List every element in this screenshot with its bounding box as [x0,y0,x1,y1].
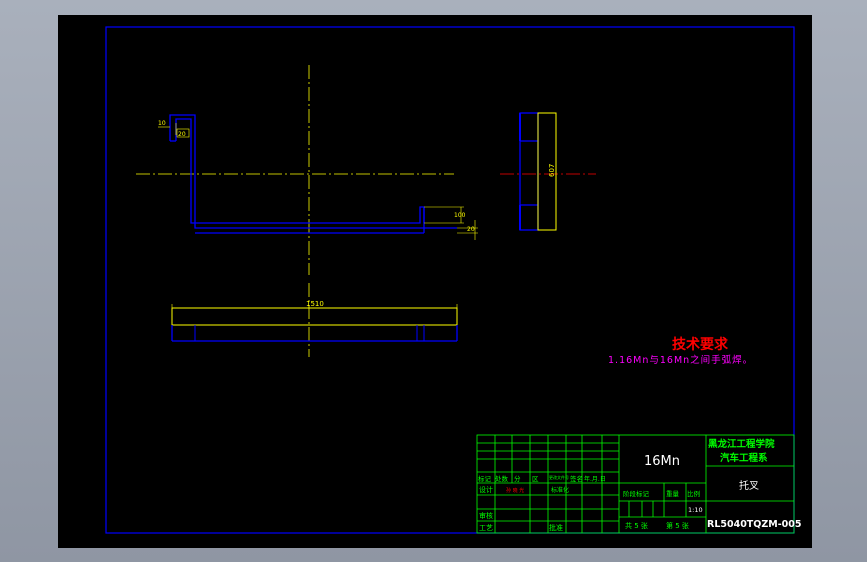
dim-text-side-height: 607 [548,164,556,177]
header-label-date: 年.月.日 [584,475,606,483]
drawing-number: RL5040TQZM-005 [707,519,801,530]
weight-label: 重量 [666,490,680,498]
stage-mark-label: 阶段标记 [623,489,650,498]
side-outline-left [519,112,539,231]
drawing-border [105,26,795,534]
sheet-total: 共 5 张 [625,521,648,530]
header-label-part: 分 [514,474,521,483]
role-design: 设计 [479,485,493,494]
ratio-label: 比例 [687,489,700,498]
department-name: 汽车工程系 [720,452,768,464]
part-name: 托叉 [739,479,759,492]
header-label-zone: 区 [532,475,539,483]
dim-text-top-left-inner: 20 [178,131,186,138]
role-review: 审核 [479,511,493,520]
dim-text-right-small: 20 [467,226,475,233]
header-label-count: 处数 [495,474,509,483]
side-view: 607 [500,112,596,231]
fork-outline-inner [175,118,425,224]
dim-text-right-step: 100 [454,212,466,219]
scale-value: 1:10 [688,506,703,514]
sheet-index: 第 5 张 [666,521,689,530]
notes-item-1: 1.16Mn与16Mn之间手弧焊。 [608,354,753,366]
role-process: 工艺 [479,524,493,532]
notes-title: 技术要求 [672,336,729,353]
drawing-sheet: 10 20 100 20 607 1510 技术要求 1.16Mn与16Mn之间… [58,15,812,548]
top-view-plate-upper [171,307,458,326]
designer-name: 孙 晓 光 [506,487,524,494]
standardization-label: 标准化 [551,486,569,494]
header-label-signature: 签名 [570,474,583,483]
header-label-mark: 标记 [478,474,492,483]
top-view: 1510 [171,283,458,357]
material-text: 16Mn [644,454,680,469]
school-name: 黑龙江工程学院 [708,438,775,450]
fork-outline-outer [169,114,457,229]
cad-drawing: 10 20 100 20 607 1510 技术要求 1.16Mn与16Mn之间… [105,26,801,534]
dim-text-top-left-width: 10 [158,120,166,127]
front-view: 10 20 100 20 [136,65,478,275]
approve-label: 批准 [549,523,563,532]
title-block-text: 标记 处数 分 区 更改文件号 签名 年.月.日 设计 孙 晓 光 标准化 审核… [478,438,801,532]
header-label-change-doc: 更改文件号 [549,474,569,480]
dim-text-length: 1510 [306,300,324,308]
